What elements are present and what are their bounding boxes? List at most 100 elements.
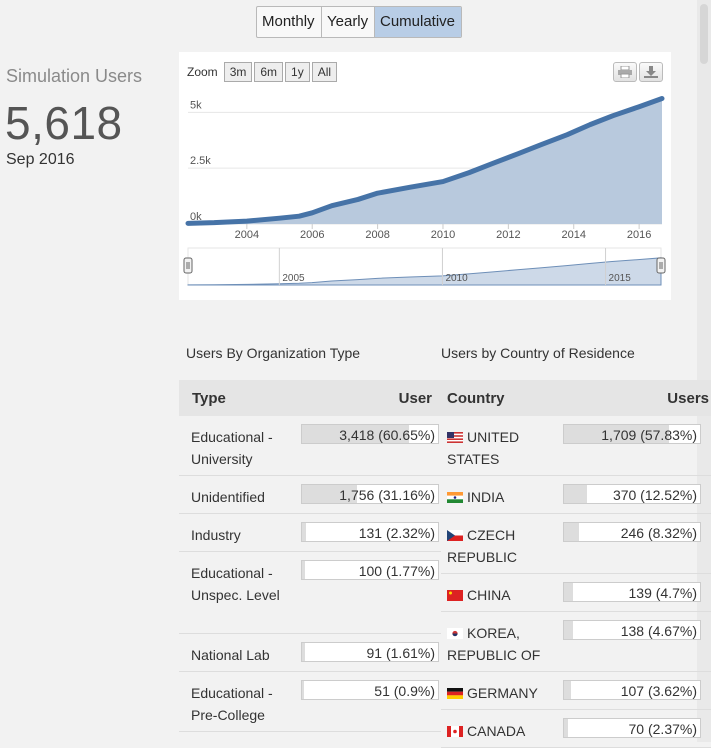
org-value-cell: 3,418 (60.65%) bbox=[301, 416, 441, 475]
country-table-row: CZECH REPUBLIC 246 (8.32%) bbox=[441, 514, 711, 574]
type-column-header: Type bbox=[192, 389, 226, 407]
org-table-title: Users By Organization Type bbox=[186, 345, 361, 361]
navigator-tick-label: 2015 bbox=[609, 273, 632, 284]
country-name: CHINA bbox=[467, 587, 511, 603]
org-value-bar: 100 (1.77%) bbox=[301, 560, 439, 580]
org-value-text: 1,756 (31.16%) bbox=[339, 487, 435, 503]
country-table-row: INDIA 370 (12.52%) bbox=[441, 476, 711, 514]
x-tick-label: 2010 bbox=[431, 229, 455, 241]
country-cell: KOREA, REPUBLIC OF bbox=[441, 612, 559, 671]
org-value-bar: 91 (1.61%) bbox=[301, 642, 439, 662]
org-type-cell: Unidentified bbox=[191, 489, 265, 505]
org-value-fill bbox=[302, 643, 305, 661]
country-value-fill bbox=[564, 681, 571, 699]
org-value-text: 131 (2.32%) bbox=[358, 525, 435, 541]
chart-plot: 0k2.5k5k2004 2006 2008 2010 2012 2014 20162005… bbox=[183, 96, 666, 286]
country-value-text: 1,709 (57.83%) bbox=[601, 427, 697, 443]
country-value-cell: 138 (4.67%) bbox=[559, 612, 703, 671]
yearly-button[interactable]: Yearly bbox=[322, 7, 375, 37]
country-value-text: 107 (3.62%) bbox=[620, 683, 697, 699]
country-value-cell: 139 (4.7%) bbox=[559, 574, 703, 611]
org-value-bar: 1,756 (31.16%) bbox=[301, 484, 439, 504]
country-name: INDIA bbox=[467, 489, 505, 505]
user-column-header: User bbox=[398, 389, 432, 407]
scrollbar-thumb[interactable] bbox=[700, 4, 708, 64]
country-table-row: CHINA 139 (4.7%) bbox=[441, 574, 711, 612]
x-tick-label: 2004 bbox=[235, 229, 259, 241]
org-table-row: National Lab 91 (1.61%) bbox=[179, 634, 441, 672]
org-table-row: Educational - Unspec. Level 100 (1.77%) bbox=[179, 552, 441, 634]
org-value-text: 3,418 (60.65%) bbox=[339, 427, 435, 443]
country-cell: INDIA bbox=[441, 476, 559, 513]
org-value-bar: 3,418 (60.65%) bbox=[301, 424, 439, 444]
country-table: Country Users UNITED STATES 1,709 (57.83%… bbox=[441, 380, 711, 748]
country-table-row: GERMANY 107 (3.62%) bbox=[441, 672, 711, 710]
country-value-bar: 138 (4.67%) bbox=[563, 620, 701, 640]
country-value-text: 70 (2.37%) bbox=[628, 721, 697, 737]
navigator-left-handle[interactable] bbox=[183, 257, 193, 274]
china-flag-icon bbox=[447, 590, 463, 601]
org-value-cell: 100 (1.77%) bbox=[301, 552, 441, 633]
org-table-row: Educational - Pre-College 51 (0.9%) bbox=[179, 672, 441, 732]
country-value-text: 370 (12.52%) bbox=[612, 487, 697, 503]
country-value-cell: 1,709 (57.83%) bbox=[559, 416, 703, 475]
country-cell: CANADA bbox=[441, 710, 559, 747]
navigator-right-handle[interactable] bbox=[656, 257, 666, 274]
country-value-cell: 107 (3.62%) bbox=[559, 672, 703, 709]
org-value-fill bbox=[302, 561, 306, 579]
x-tick-label: 2012 bbox=[496, 229, 520, 241]
org-value-fill bbox=[302, 523, 307, 541]
country-value-cell: 370 (12.52%) bbox=[559, 476, 703, 513]
country-value-cell: 70 (2.37%) bbox=[559, 710, 703, 747]
x-tick-label: 2016 bbox=[627, 229, 651, 241]
org-value-bar: 131 (2.32%) bbox=[301, 522, 439, 542]
country-value-fill bbox=[564, 583, 573, 601]
country-cell: UNITED STATES bbox=[441, 416, 559, 475]
country-name: GERMANY bbox=[467, 685, 538, 701]
org-value-fill bbox=[302, 681, 304, 699]
country-value-fill bbox=[564, 485, 587, 503]
org-table-row: Unidentified 1,756 (31.16%) bbox=[179, 476, 441, 514]
x-tick-label: 2006 bbox=[300, 229, 324, 241]
country-value-bar: 139 (4.7%) bbox=[563, 582, 701, 602]
korea-flag-icon bbox=[447, 628, 463, 639]
country-name: CANADA bbox=[467, 723, 526, 739]
x-tick-label: 2008 bbox=[365, 229, 389, 241]
org-type-table: Type User Educational - University 3,418 … bbox=[179, 380, 441, 732]
country-table-title: Users by Country of Residence bbox=[441, 345, 635, 361]
country-table-row: KOREA, REPUBLIC OF 138 (4.67%) bbox=[441, 612, 711, 672]
country-value-fill bbox=[564, 719, 569, 737]
users-chart: Zoom 3m 6m 1y All 0k 2.5k 5k 2004 2006 2008 20… bbox=[179, 52, 671, 300]
stat-value: 5,618 bbox=[5, 97, 123, 149]
country-cell: CHINA bbox=[441, 574, 559, 611]
canada-flag-icon bbox=[447, 726, 463, 737]
us-flag-icon bbox=[447, 432, 463, 443]
org-type-cell: Industry bbox=[191, 527, 241, 543]
cumulative-button[interactable]: Cumulative bbox=[375, 7, 461, 37]
x-tick-label: 2014 bbox=[561, 229, 585, 241]
series-area bbox=[188, 98, 662, 224]
org-value-text: 91 (1.61%) bbox=[366, 645, 435, 661]
country-value-fill bbox=[564, 621, 573, 639]
country-value-fill bbox=[564, 523, 580, 541]
org-table-header: Type User bbox=[179, 380, 441, 416]
country-value-bar: 370 (12.52%) bbox=[563, 484, 701, 504]
country-value-bar: 107 (3.62%) bbox=[563, 680, 701, 700]
org-type-cell: National Lab bbox=[191, 647, 270, 663]
country-table-row: CANADA 70 (2.37%) bbox=[441, 710, 711, 748]
country-value-bar: 246 (8.32%) bbox=[563, 522, 701, 542]
india-flag-icon bbox=[447, 492, 463, 503]
czech-flag-icon bbox=[447, 530, 463, 541]
org-value-text: 100 (1.77%) bbox=[358, 563, 435, 579]
monthly-button[interactable]: Monthly bbox=[257, 7, 322, 37]
users-column-header: Users bbox=[667, 389, 709, 407]
country-value-text: 246 (8.32%) bbox=[620, 525, 697, 541]
org-type-cell: Educational - University bbox=[191, 429, 273, 467]
country-table-row: UNITED STATES 1,709 (57.83%) bbox=[441, 416, 711, 476]
country-value-bar: 70 (2.37%) bbox=[563, 718, 701, 738]
country-table-header: Country Users bbox=[441, 380, 711, 416]
org-table-row: Educational - University 3,418 (60.65%) bbox=[179, 416, 441, 476]
y-tick-label: 5k bbox=[190, 99, 202, 111]
country-cell: CZECH REPUBLIC bbox=[441, 514, 559, 573]
stat-date: Sep 2016 bbox=[6, 151, 75, 168]
